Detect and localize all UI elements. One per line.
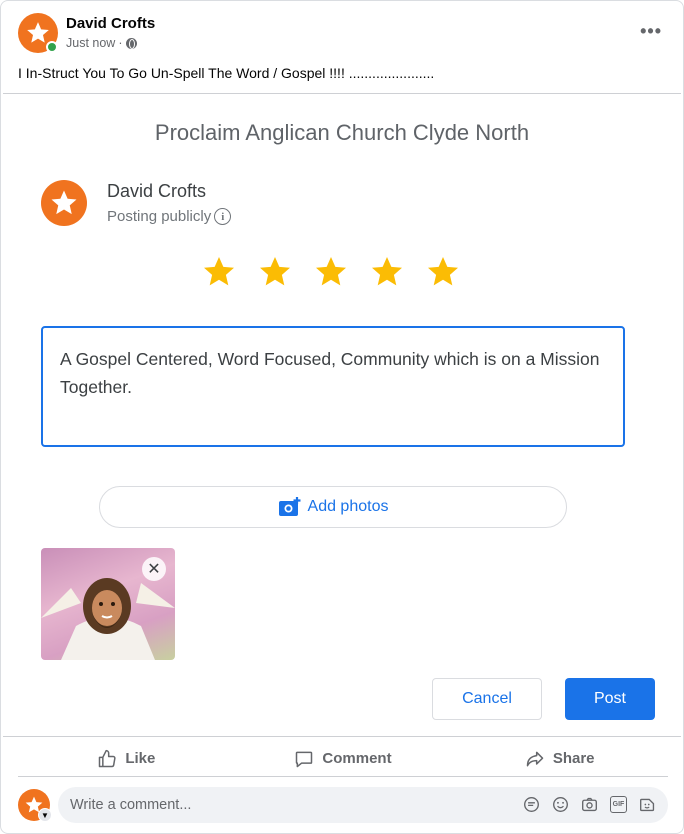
post-text: I In-Struct You To Go Un-Spell The Word … xyxy=(18,65,435,81)
comment-icon xyxy=(296,751,313,767)
posting-visibility: Posting publicly i xyxy=(107,208,232,225)
comment-label: Comment xyxy=(322,750,392,767)
star-icon xyxy=(425,254,461,290)
post-header: David Crofts Just now · ••• xyxy=(18,13,668,55)
like-label: Like xyxy=(125,750,156,767)
info-icon: i xyxy=(214,208,232,225)
post-actions: Like Comment Share xyxy=(18,741,668,777)
more-horizontal-icon[interactable]: ••• xyxy=(640,21,662,42)
author-name[interactable]: David Crofts xyxy=(66,15,155,32)
gif-icon[interactable]: GIF xyxy=(610,796,627,813)
comment-composer: ▼ GIF xyxy=(18,787,668,825)
online-status-dot xyxy=(46,41,58,53)
star-icon xyxy=(369,254,405,290)
review-text-box: A Gospel Centered, Word Focused, Communi… xyxy=(41,326,625,447)
add-photos-label: Add photos xyxy=(307,498,389,515)
share-button[interactable]: Share xyxy=(451,741,668,776)
add-photo-icon xyxy=(278,496,302,518)
chevron-down-icon[interactable]: ▼ xyxy=(38,808,52,822)
like-icon xyxy=(99,749,116,767)
sticker-icon[interactable] xyxy=(523,796,540,813)
reviewer-name: David Crofts xyxy=(107,181,207,201)
post-meta: Just now · xyxy=(66,36,137,50)
like-button[interactable]: Like xyxy=(18,741,235,776)
globe-icon xyxy=(125,37,137,49)
star-icon xyxy=(257,254,293,290)
star-rating xyxy=(201,254,461,290)
star-icon xyxy=(201,254,237,290)
post-card: David Crofts Just now · ••• I In-Struct … xyxy=(0,0,684,834)
review-place-title: Proclaim Anglican Church Clyde North xyxy=(154,120,530,145)
share-label: Share xyxy=(552,750,595,767)
post-image[interactable]: Proclaim Anglican Church Clyde North Dav… xyxy=(3,93,681,737)
star-logo-icon xyxy=(51,190,77,215)
star-icon xyxy=(313,254,349,290)
cancel-button: Cancel xyxy=(432,678,542,720)
remove-photo-icon: ✕ xyxy=(142,557,166,581)
visibility-label: Posting publicly xyxy=(107,208,212,225)
meta-separator: · xyxy=(118,36,123,50)
share-icon xyxy=(526,751,544,766)
emoji-icon[interactable] xyxy=(552,796,569,813)
comment-tools: GIF xyxy=(523,796,656,813)
camera-icon[interactable] xyxy=(581,796,598,813)
avatar-sticker-icon[interactable] xyxy=(639,796,656,813)
post-time[interactable]: Just now xyxy=(66,36,115,50)
reviewer-avatar xyxy=(41,180,87,226)
post-button: Post xyxy=(565,678,655,720)
add-photos-button: Add photos xyxy=(99,486,567,528)
gif-label: GIF xyxy=(612,801,625,808)
comment-button[interactable]: Comment xyxy=(235,741,452,776)
